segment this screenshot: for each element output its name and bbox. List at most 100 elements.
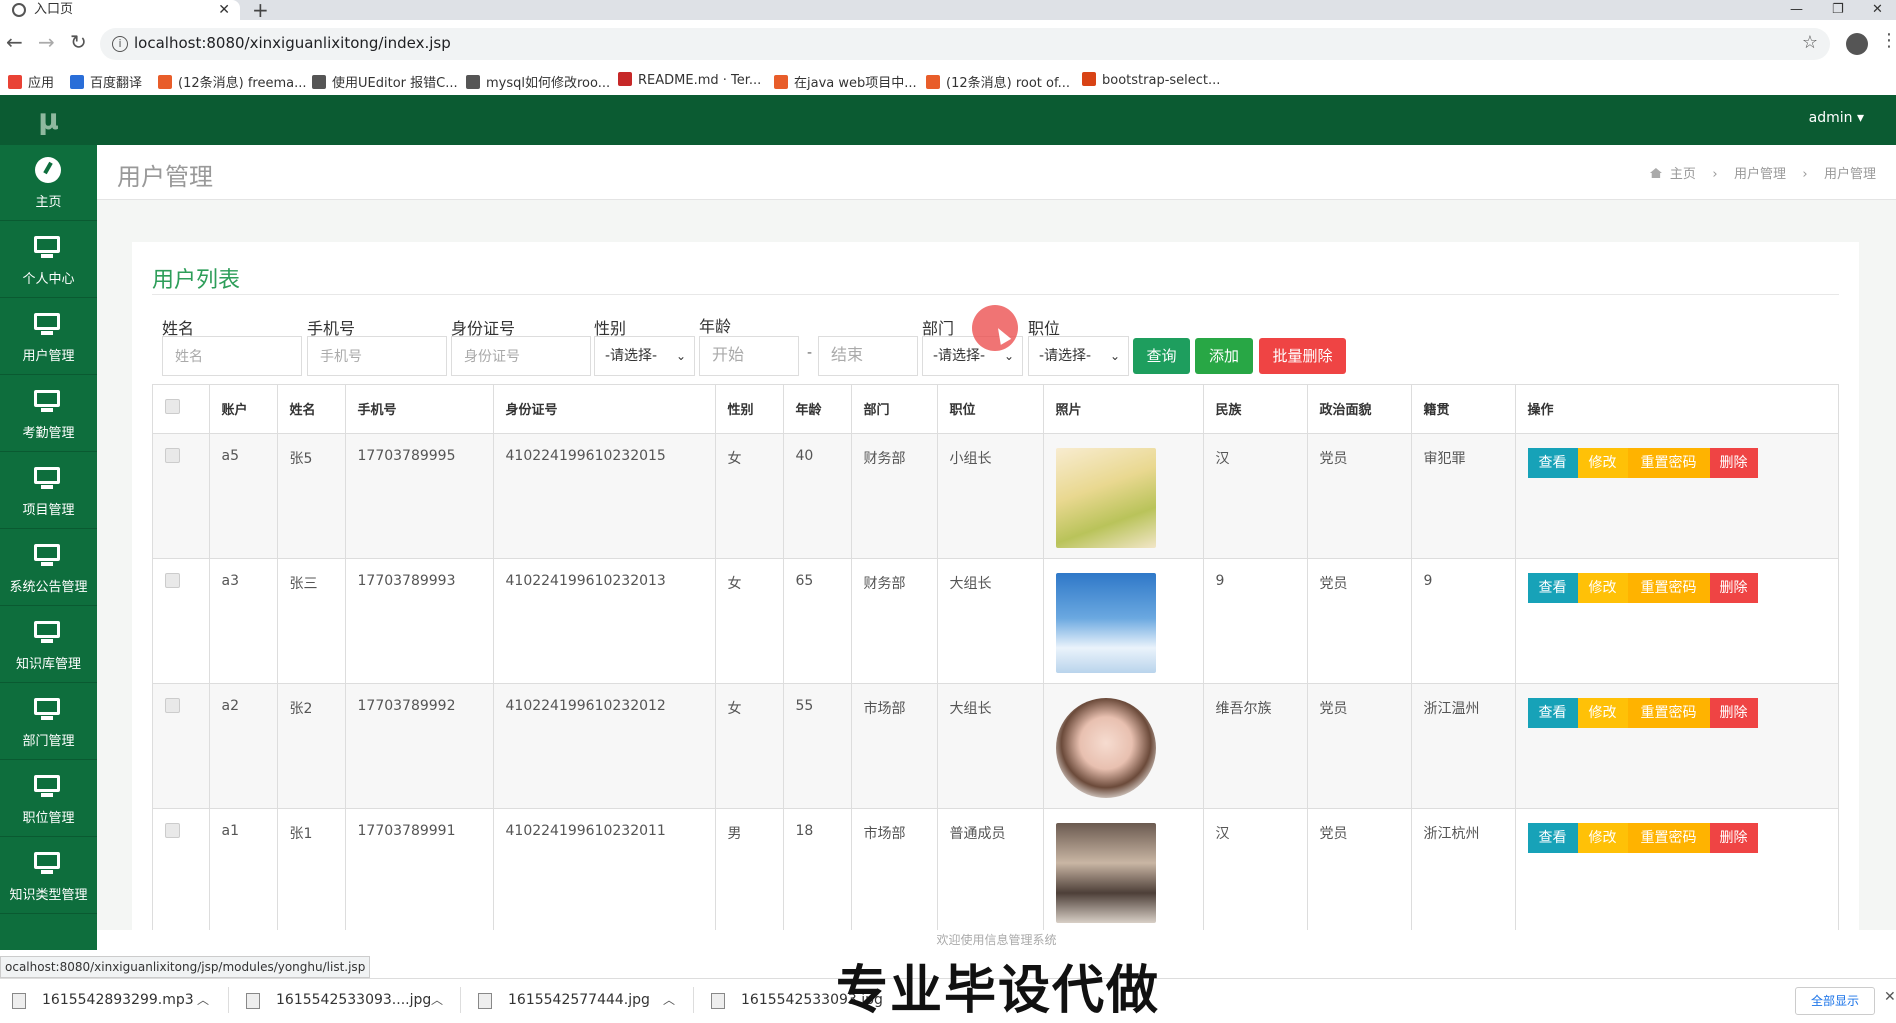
show-all-downloads-button[interactable]: 全部显示 [1795, 987, 1875, 1015]
row-checkbox[interactable] [165, 447, 180, 463]
sidebar-item-positions[interactable]: 职位管理 [0, 761, 97, 837]
bookmark-item[interactable]: README.md · Ter... [618, 72, 761, 88]
origin-cell: 审犯罪 [1411, 433, 1516, 559]
site-icon [466, 75, 480, 89]
row-checkbox[interactable] [165, 822, 180, 838]
row-checkbox-cell [153, 433, 210, 559]
image-file-icon [478, 993, 492, 1009]
age-end-input[interactable]: 结束 [818, 336, 918, 376]
sidebar-item-users[interactable]: 用户管理 [0, 299, 97, 375]
age-cell: 55 [783, 683, 852, 809]
dashboard-icon [32, 157, 62, 183]
reset-password-button[interactable]: 重置密码 [1627, 822, 1710, 853]
add-button[interactable]: 添加 [1195, 338, 1253, 374]
minimize-icon[interactable]: — [1790, 0, 1803, 20]
row-checkbox[interactable] [165, 572, 180, 588]
sidebar-item-announcements[interactable]: 系统公告管理 [0, 530, 97, 606]
age-start-input[interactable]: 开始 [699, 336, 799, 376]
monitor-icon [32, 775, 62, 797]
forward-icon[interactable]: → [38, 30, 55, 54]
sidebar-item-attendance[interactable]: 考勤管理 [0, 376, 97, 452]
delete-button[interactable]: 删除 [1709, 697, 1758, 728]
new-tab-button[interactable]: + [252, 0, 269, 22]
phone-search-input[interactable]: 手机号 [307, 336, 447, 376]
id-search-input[interactable]: 身份证号 [451, 336, 591, 376]
row-checkbox-cell [153, 558, 210, 684]
sidebar-item-projects[interactable]: 项目管理 [0, 453, 97, 529]
bookmark-item[interactable]: 使用UEditor 报错C... [312, 72, 458, 91]
bookmark-item[interactable]: mysql如何修改roo... [466, 72, 610, 91]
url-omnibox[interactable]: i localhost:8080/xinxiguanlixitong/index… [100, 28, 1830, 60]
site-info-icon[interactable]: i [112, 36, 128, 52]
bookmark-item[interactable]: bootstrap-select... [1082, 72, 1220, 88]
site-icon [312, 75, 326, 89]
bookmark-item[interactable]: (12条消息) freema... [158, 72, 306, 91]
edit-button[interactable]: 修改 [1577, 447, 1628, 478]
chevron-up-icon[interactable]: ︿ [197, 979, 209, 1021]
origin-cell: 浙江杭州 [1411, 808, 1516, 934]
delete-button[interactable]: 删除 [1709, 572, 1758, 603]
restore-icon[interactable]: ❐ [1832, 0, 1844, 20]
sidebar-item-knowledge-types[interactable]: 知识类型管理 [0, 838, 97, 914]
delete-button[interactable]: 删除 [1709, 447, 1758, 478]
name-cell: 张三 [277, 558, 346, 684]
user-photo [1055, 697, 1156, 798]
back-icon[interactable]: ← [6, 30, 23, 54]
download-item[interactable]: 1615542893299.mp3 ︿ [12, 979, 212, 1021]
bookmark-apps[interactable]: 应用 [8, 72, 54, 91]
origin-cell: 9 [1411, 558, 1516, 684]
bookmark-star-icon[interactable]: ☆ [1802, 32, 1818, 53]
reset-password-button[interactable]: 重置密码 [1627, 447, 1710, 478]
view-button[interactable]: 查看 [1527, 822, 1578, 853]
reload-icon[interactable]: ↻ [70, 30, 87, 54]
browser-menu-icon[interactable]: ⋮ [1880, 30, 1896, 51]
bookmark-item[interactable]: (12条消息) root of... [926, 72, 1070, 91]
divider [460, 987, 461, 1013]
reset-password-button[interactable]: 重置密码 [1627, 572, 1710, 603]
edit-button[interactable]: 修改 [1577, 697, 1628, 728]
batch-delete-button[interactable]: 批量删除 [1259, 338, 1346, 374]
sidebar-item-profile[interactable]: 个人中心 [0, 222, 97, 298]
table-row: a2 张2 17703789992 410224199610232012 女 5… [153, 683, 1838, 809]
audio-file-icon [12, 993, 26, 1009]
download-item[interactable]: 1615542577444.jpg ︿ [478, 979, 678, 1021]
job-select[interactable]: -请选择- ⌄ [1028, 336, 1129, 376]
tab-close-icon[interactable]: ✕ [218, 0, 230, 20]
chevron-up-icon[interactable]: ︿ [663, 979, 675, 1021]
download-item[interactable]: 1615542533093....jpg ︿ [246, 979, 446, 1021]
breadcrumb-home[interactable]: 主页 [1670, 167, 1696, 182]
name-search-input[interactable]: 姓名 [162, 336, 302, 376]
user-menu[interactable]: admin ▾ [1809, 110, 1864, 126]
monitor-icon [32, 621, 62, 643]
sidebar-item-knowledge[interactable]: 知识库管理 [0, 607, 97, 683]
overlay-caption: 专业毕设代做 [836, 961, 1161, 1021]
select-all-checkbox[interactable] [165, 399, 180, 415]
apps-grid-icon [8, 75, 22, 89]
gender-select[interactable]: -请选择- ⌄ [594, 336, 695, 376]
row-checkbox[interactable] [165, 697, 180, 713]
tab-title: 入口页 [34, 2, 74, 17]
photo-cell [1043, 808, 1204, 934]
delete-button[interactable]: 删除 [1709, 822, 1758, 853]
edit-button[interactable]: 修改 [1577, 822, 1628, 853]
breadcrumb-users[interactable]: 用户管理 [1734, 167, 1786, 182]
id-cell: 410224199610232015 [493, 433, 716, 559]
view-button[interactable]: 查看 [1527, 447, 1578, 478]
close-downloads-icon[interactable]: ✕ [1884, 989, 1896, 1005]
gender-cell: 男 [715, 808, 784, 934]
edit-button[interactable]: 修改 [1577, 572, 1628, 603]
sidebar-item-home[interactable]: 主页 [0, 145, 97, 221]
view-button[interactable]: 查看 [1527, 572, 1578, 603]
bookmark-item[interactable]: 在java web项目中... [774, 72, 917, 91]
age-cell: 65 [783, 558, 852, 684]
reset-password-button[interactable]: 重置密码 [1627, 697, 1710, 728]
view-button[interactable]: 查看 [1527, 697, 1578, 728]
chevron-up-icon[interactable]: ︿ [431, 979, 443, 1021]
window-close-icon[interactable]: ✕ [1872, 0, 1883, 20]
sidebar-item-departments[interactable]: 部门管理 [0, 684, 97, 760]
browser-tab[interactable]: 入口页 ✕ [0, 0, 240, 20]
query-button[interactable]: 查询 [1133, 338, 1190, 374]
gender-cell: 女 [715, 433, 784, 559]
profile-avatar[interactable] [1846, 33, 1868, 55]
bookmark-item[interactable]: 百度翻译 [70, 72, 142, 91]
